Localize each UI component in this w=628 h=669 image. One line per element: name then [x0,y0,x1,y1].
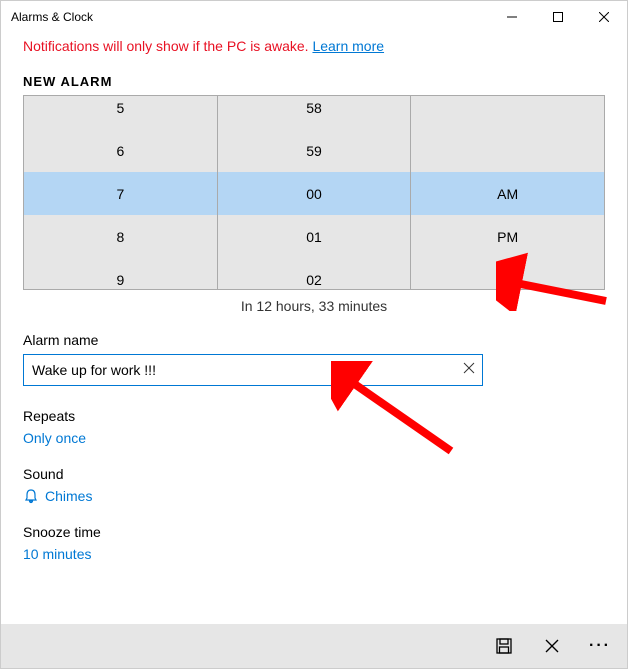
ampm-cell [411,129,604,172]
minute-cell[interactable]: 01 [218,215,411,258]
close-button[interactable] [581,1,627,33]
hour-cell[interactable]: 7 [24,172,217,215]
more-icon[interactable]: ··· [591,637,609,655]
hour-cell[interactable]: 9 [24,258,217,301]
hour-column[interactable]: 5 6 7 8 9 [24,96,218,289]
hour-cell[interactable]: 5 [24,86,217,129]
cancel-icon[interactable] [543,637,561,655]
alarm-name-input[interactable] [23,354,483,386]
minute-column[interactable]: 58 59 00 01 02 [218,96,412,289]
ampm-cell [411,86,604,129]
window-controls [489,1,627,33]
notification-text: Notifications will only show if the PC i… [23,38,312,54]
snooze-label: Snooze time [23,524,605,540]
alarm-name-label: Alarm name [23,332,605,348]
repeats-value[interactable]: Only once [23,430,605,446]
maximize-button[interactable] [535,1,581,33]
command-bar: ··· [1,624,627,668]
learn-more-link[interactable]: Learn more [312,38,384,54]
minimize-button[interactable] [489,1,535,33]
repeats-label: Repeats [23,408,605,424]
sound-value[interactable]: Chimes [45,488,92,504]
alarm-name-field-wrap [23,354,483,386]
minute-cell[interactable]: 00 [218,172,411,215]
hour-cell[interactable]: 8 [24,215,217,258]
minute-cell[interactable]: 58 [218,86,411,129]
minute-cell[interactable]: 59 [218,129,411,172]
ampm-cell[interactable]: PM [411,215,604,258]
bell-icon [23,488,39,504]
ampm-column[interactable]: AM PM [411,96,604,289]
time-picker[interactable]: 5 6 7 8 9 58 59 00 01 02 AM PM [23,95,605,290]
window-title: Alarms & Clock [11,10,489,24]
ampm-cell[interactable]: AM [411,172,604,215]
clear-icon[interactable] [463,362,475,377]
titlebar: Alarms & Clock [1,1,627,33]
minute-cell[interactable]: 02 [218,258,411,301]
notification-banner: Notifications will only show if the PC i… [23,38,605,54]
snooze-value[interactable]: 10 minutes [23,546,605,562]
ampm-cell [411,258,604,301]
hour-cell[interactable]: 6 [24,129,217,172]
sound-label: Sound [23,466,605,482]
save-icon[interactable] [495,637,513,655]
